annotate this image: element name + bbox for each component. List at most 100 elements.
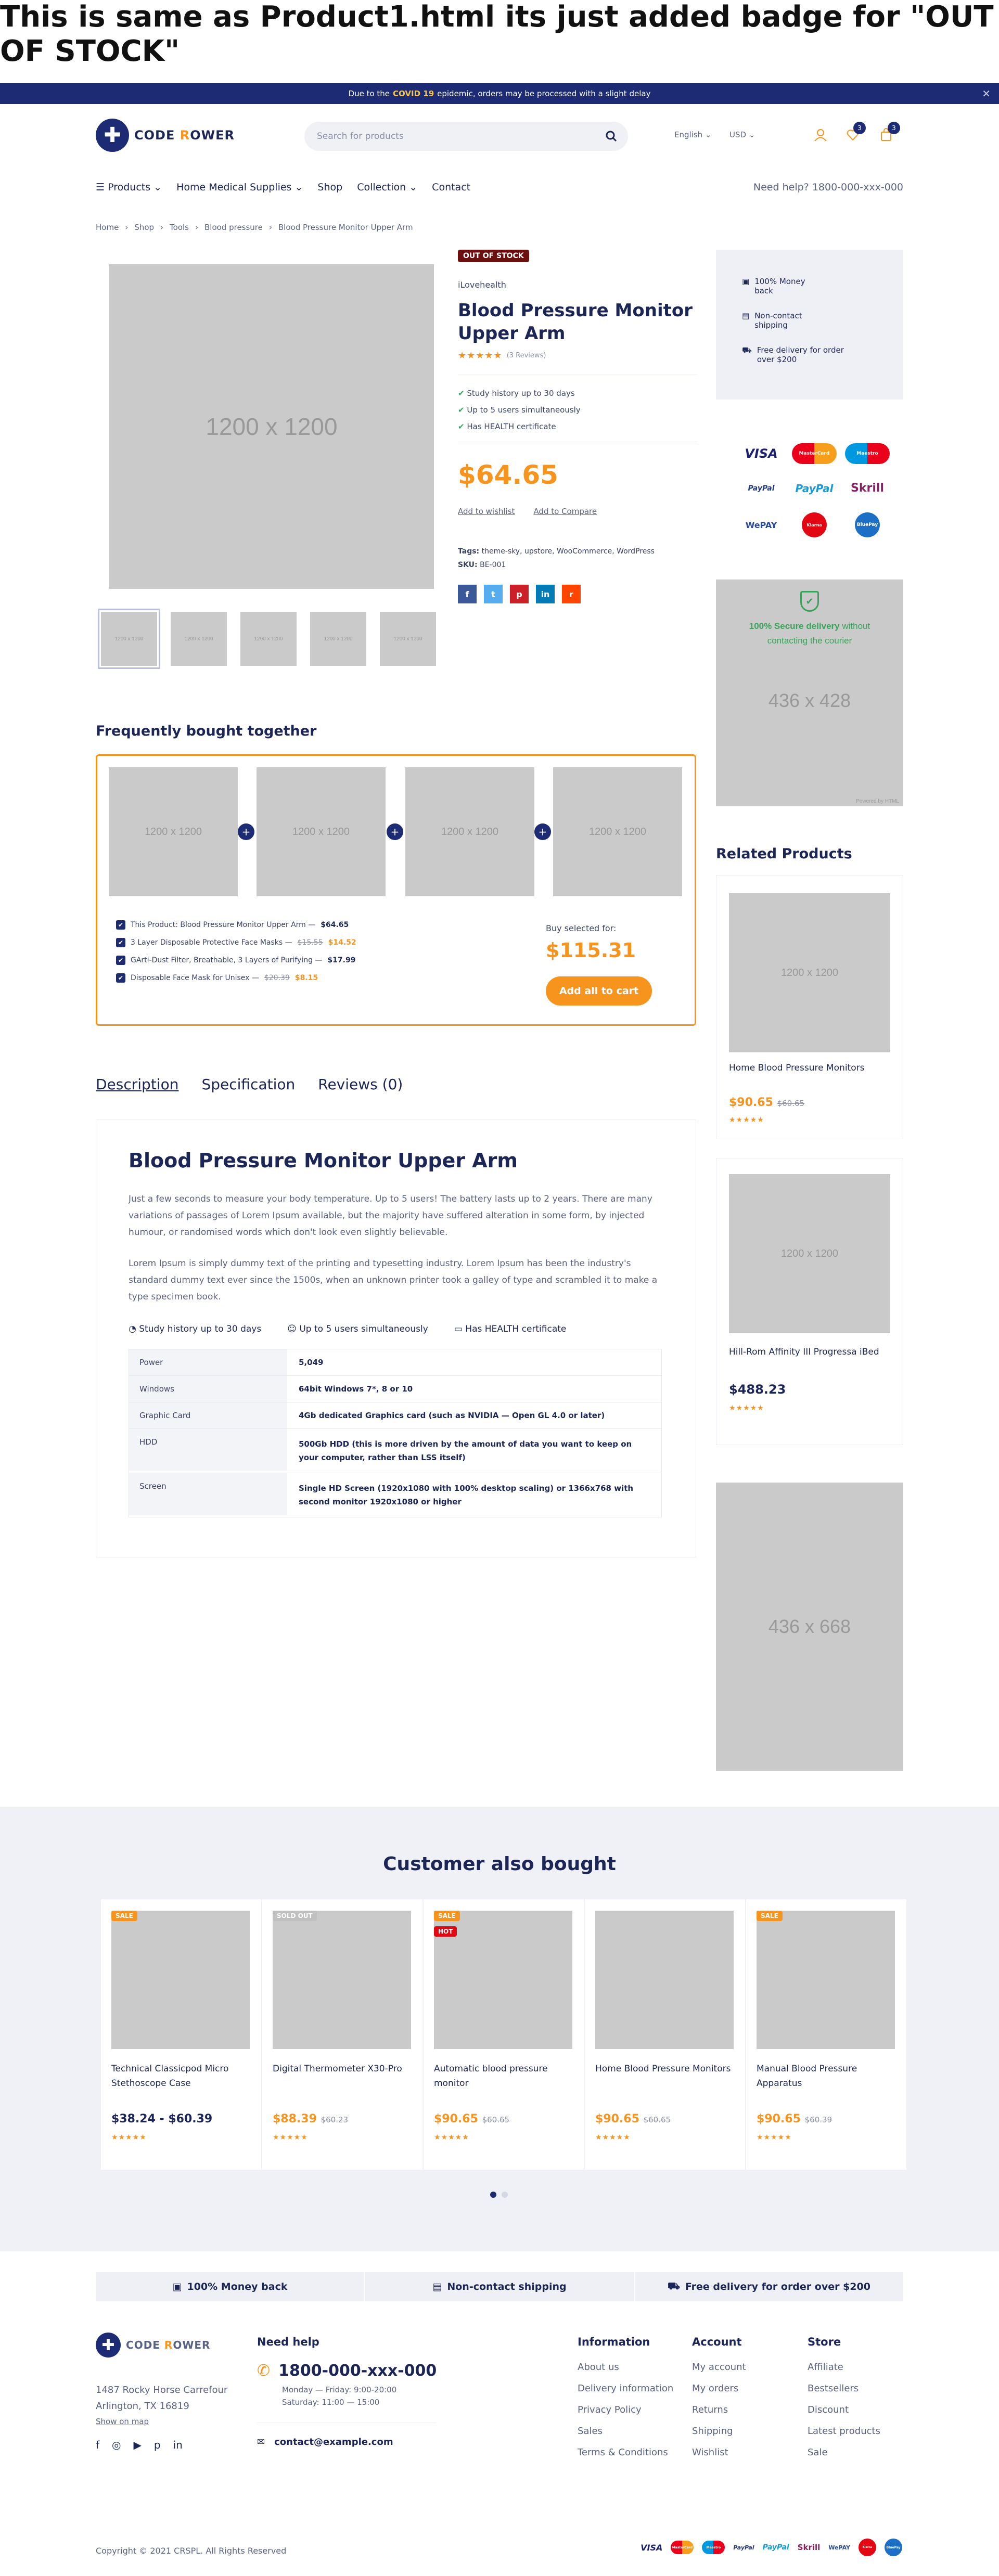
- twitter-share-icon[interactable]: t: [484, 585, 503, 603]
- fbt-product-image[interactable]: 1200 x 1200: [257, 767, 386, 896]
- currency-select[interactable]: USD ⌄: [729, 130, 755, 139]
- add-to-wishlist-link[interactable]: Add to wishlist: [458, 507, 515, 516]
- carousel-dot[interactable]: [490, 2192, 496, 2198]
- add-all-to-cart-button[interactable]: Add all to cart: [546, 976, 652, 1006]
- nav-collection[interactable]: Collection ⌄: [357, 182, 417, 193]
- product-card[interactable]: SALE Technical Classicpod Micro Stethosc…: [101, 1899, 261, 2170]
- footer-benefits-bar: ▣ 100% Money back ▤ Non-contact shipping ⛟…: [96, 2272, 903, 2301]
- nav-shop[interactable]: Shop: [317, 182, 342, 193]
- side-banner[interactable]: 436 x 668: [716, 1483, 903, 1771]
- table-row: Graphic Card 4Gb dedicated Graphics card …: [129, 1402, 661, 1429]
- footer-link[interactable]: My orders: [692, 2383, 746, 2394]
- nav-contact[interactable]: Contact: [432, 182, 470, 193]
- fbt-product-image[interactable]: 1200 x 1200: [553, 767, 682, 896]
- secure-delivery-banner[interactable]: ✔ 100% Secure delivery without contactin…: [716, 579, 903, 806]
- check-icon: ✔: [458, 405, 465, 415]
- product-thumb[interactable]: 1200 x 1200: [310, 612, 366, 666]
- table-row: Windows 64bit Windows 7*, 8 or 10: [129, 1376, 661, 1402]
- footer-link[interactable]: Bestsellers: [808, 2383, 880, 2394]
- tab-specification[interactable]: Specification: [201, 1076, 295, 1093]
- checkbox[interactable]: ✔: [116, 938, 125, 947]
- footer-link[interactable]: Returns: [692, 2404, 746, 2415]
- check-icon: ✔: [458, 422, 465, 431]
- notice-suffix: epidemic, orders may be processed with a…: [437, 89, 651, 98]
- footer-link[interactable]: Shipping: [692, 2426, 746, 2437]
- footer-link[interactable]: Terms & Conditions: [578, 2447, 673, 2458]
- box-icon: ▣: [742, 277, 750, 286]
- rating-stars: ★★★★★: [729, 1116, 764, 1124]
- instagram-icon[interactable]: ◎: [112, 2439, 121, 2451]
- breadcrumb-current: Blood Pressure Monitor Upper Arm: [278, 223, 413, 232]
- review-count[interactable]: (3 Reviews): [507, 352, 546, 359]
- breadcrumb-tools[interactable]: Tools: [170, 223, 189, 232]
- tab-description[interactable]: Description: [96, 1076, 178, 1093]
- footer-link[interactable]: Sales: [578, 2426, 673, 2437]
- nav-products[interactable]: ☰ Products ⌄: [96, 182, 162, 193]
- linkedin-icon[interactable]: in: [173, 2439, 183, 2451]
- footer-link[interactable]: Affiliate: [808, 2362, 880, 2373]
- product-thumb[interactable]: 1200 x 1200: [380, 612, 436, 666]
- checkbox[interactable]: ✔: [116, 956, 125, 965]
- product-card[interactable]: SALE HOT Automatic blood pressure monito…: [424, 1899, 584, 2170]
- users-icon: ☺: [287, 1324, 297, 1334]
- footer-link[interactable]: Delivery information: [578, 2383, 673, 2394]
- mastercard-logo: MasterCard: [792, 443, 837, 464]
- checkbox[interactable]: ✔: [116, 973, 125, 983]
- product-card[interactable]: Home Blood Pressure Monitors $90.65 $60.…: [585, 1899, 745, 2170]
- product-card[interactable]: SALE Manual Blood Pressure Apparatus $90…: [746, 1899, 906, 2170]
- product-main-image[interactable]: 1200 x 1200: [109, 264, 434, 589]
- table-row: HDD 500Gb HDD (this is more driven by the…: [129, 1429, 661, 1473]
- check-icon: ✔: [458, 389, 465, 398]
- close-icon[interactable]: ✕: [982, 87, 991, 100]
- tab-reviews[interactable]: Reviews (0): [318, 1076, 403, 1093]
- breadcrumb-shop[interactable]: Shop: [134, 223, 154, 232]
- footer-link[interactable]: About us: [578, 2362, 673, 2373]
- fbt-product-image[interactable]: 1200 x 1200: [109, 767, 238, 896]
- breadcrumb-home[interactable]: Home: [96, 223, 119, 232]
- nav-home-medical[interactable]: Home Medical Supplies ⌄: [176, 182, 303, 193]
- footer-link[interactable]: Discount: [808, 2404, 880, 2415]
- related-product-card[interactable]: 1200 x 1200 Home Blood Pressure Monitors…: [716, 875, 903, 1139]
- footer-email[interactable]: contact@example.com: [274, 2437, 393, 2448]
- search-input[interactable]: Search for products: [304, 122, 628, 151]
- description-title: Blood Pressure Monitor Upper Arm: [129, 1149, 518, 1172]
- footer-link[interactable]: Wishlist: [692, 2447, 746, 2458]
- reddit-share-icon[interactable]: r: [562, 585, 581, 603]
- related-product-card[interactable]: 1200 x 1200 Hill-Rom Affinity III Progre…: [716, 1158, 903, 1445]
- site-header: ✚ CODE ROWER Search for products English…: [0, 104, 999, 172]
- plus-icon: +: [534, 823, 551, 840]
- product-card[interactable]: SOLD OUT Digital Thermometer X30-Pro $88…: [262, 1899, 422, 2170]
- show-on-map-link[interactable]: Show on map: [96, 2417, 227, 2426]
- product-sku: BE-001: [480, 561, 506, 569]
- plus-icon: +: [387, 823, 403, 840]
- linkedin-share-icon[interactable]: in: [536, 585, 555, 603]
- add-to-compare-link[interactable]: Add to Compare: [533, 507, 597, 516]
- facebook-share-icon[interactable]: f: [458, 585, 477, 603]
- user-icon[interactable]: [814, 128, 827, 141]
- footer-account: Account My account My orders Returns Shi…: [692, 2336, 746, 2458]
- footer-logo[interactable]: ✚ CODE ROWER: [96, 2333, 227, 2358]
- pinterest-icon[interactable]: p: [154, 2439, 161, 2451]
- logo-heart-icon: ✚: [96, 2333, 121, 2358]
- footer-link[interactable]: Latest products: [808, 2426, 880, 2437]
- product-thumb[interactable]: 1200 x 1200: [240, 612, 297, 666]
- footer-link[interactable]: My account: [692, 2362, 746, 2373]
- checkbox[interactable]: ✔: [116, 920, 125, 930]
- language-select[interactable]: English ⌄: [674, 130, 712, 139]
- youtube-icon[interactable]: ▶: [134, 2439, 142, 2451]
- carousel-dot[interactable]: [502, 2192, 508, 2198]
- footer-phone[interactable]: 1800-000-xxx-000: [278, 2362, 437, 2380]
- facebook-icon[interactable]: f: [96, 2439, 99, 2451]
- product-tags[interactable]: theme-sky, upstore, WooCommerce, WordPre…: [482, 547, 655, 556]
- product-thumb[interactable]: 1200 x 1200: [171, 612, 227, 666]
- rating-stars: ★★★★★: [458, 350, 503, 361]
- footer-link[interactable]: Sale: [808, 2447, 880, 2458]
- search-icon[interactable]: [605, 130, 618, 143]
- breadcrumb-blood-pressure[interactable]: Blood pressure: [204, 223, 263, 232]
- logo[interactable]: ✚ CODE ROWER: [96, 119, 235, 152]
- product-brand[interactable]: iLovehealth: [458, 280, 697, 290]
- footer-link[interactable]: Privacy Policy: [578, 2404, 673, 2415]
- pinterest-share-icon[interactable]: p: [510, 585, 529, 603]
- fbt-product-image[interactable]: 1200 x 1200: [405, 767, 534, 896]
- product-thumb[interactable]: 1200 x 1200: [98, 609, 160, 669]
